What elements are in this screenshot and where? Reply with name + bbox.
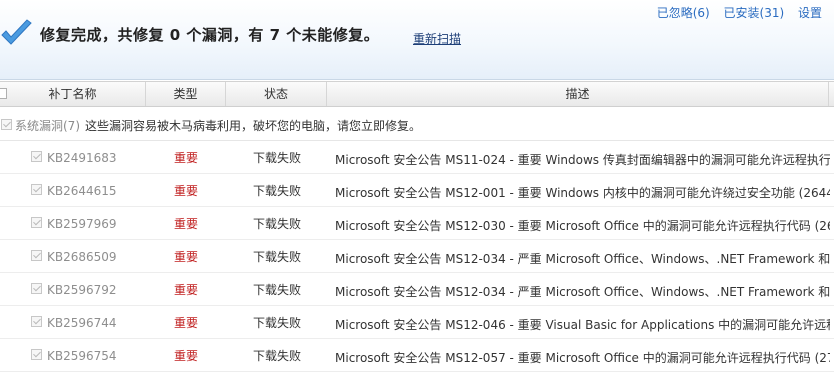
table-row[interactable]: KB2596744 重要 下载失败 Microsoft 安全公告 MS12-04… (0, 306, 834, 339)
table-row[interactable]: KB2644615 重要 下载失败 Microsoft 安全公告 MS12-00… (0, 174, 834, 207)
ignored-link[interactable]: 已忽略(6) (657, 6, 710, 20)
column-status[interactable]: 状态 (226, 82, 327, 106)
patch-name: KB2597969 (47, 217, 117, 231)
patch-description: Microsoft 安全公告 MS12-034 - 严重 Microsoft O… (335, 252, 830, 266)
patch-name: KB2596754 (47, 349, 117, 363)
column-description[interactable]: 描述 (327, 82, 829, 106)
patch-checkbox[interactable] (31, 151, 42, 162)
severity-label: 重要 (174, 349, 199, 363)
group-label: 系统漏洞(7) (15, 119, 80, 133)
result-header: 修复完成，共修复 0 个漏洞，有 7 个未能修复。 重新扫描 已忽略(6) 已安… (0, 0, 834, 80)
patch-checkbox[interactable] (31, 316, 42, 327)
severity-label: 重要 (174, 151, 199, 165)
patch-name: KB2644615 (47, 184, 117, 198)
group-row-system-vulnerabilities[interactable]: 系统漏洞(7) 这些漏洞容易被木马病毒利用，破坏您的电脑，请您立即修复。 (0, 108, 834, 141)
patch-description: Microsoft 安全公告 MS12-034 - 严重 Microsoft O… (335, 285, 830, 299)
patch-description: Microsoft 安全公告 MS11-024 - 重要 Windows 传真封… (335, 153, 830, 167)
group-checkbox[interactable] (1, 119, 12, 130)
patch-checkbox[interactable] (31, 250, 42, 261)
patch-checkbox[interactable] (31, 217, 42, 228)
table-row[interactable]: KB2597969 重要 下载失败 Microsoft 安全公告 MS12-03… (0, 207, 834, 240)
table-row[interactable]: KB2596792 重要 下载失败 Microsoft 安全公告 MS12-03… (0, 273, 834, 306)
severity-label: 重要 (174, 217, 199, 231)
repair-status-title: 修复完成，共修复 0 个漏洞，有 7 个未能修复。 (40, 26, 380, 44)
status-label: 下载失败 (253, 184, 302, 198)
status-label: 下载失败 (253, 283, 302, 297)
rescan-link[interactable]: 重新扫描 (413, 30, 461, 47)
patch-name: KB2596792 (47, 283, 117, 297)
table-row[interactable]: KB2596754 重要 下载失败 Microsoft 安全公告 MS12-05… (0, 339, 834, 372)
severity-label: 重要 (174, 316, 199, 330)
severity-label: 重要 (174, 250, 199, 264)
patch-description: Microsoft 安全公告 MS12-046 - 重要 Visual Basi… (335, 318, 830, 332)
table-row[interactable]: KB2491683 重要 下载失败 Microsoft 安全公告 MS11-02… (0, 141, 834, 174)
settings-link[interactable]: 设置 (798, 6, 822, 20)
severity-label: 重要 (174, 184, 199, 198)
patch-name: KB2491683 (47, 151, 117, 165)
patch-name: KB2596744 (47, 316, 117, 330)
patch-checkbox[interactable] (31, 184, 42, 195)
patch-checkbox[interactable] (31, 349, 42, 360)
installed-link[interactable]: 已安装(31) (724, 6, 785, 20)
patch-description: Microsoft 安全公告 MS12-030 - 重要 Microsoft O… (335, 219, 830, 233)
status-label: 下载失败 (253, 316, 302, 330)
patch-checkbox[interactable] (31, 283, 42, 294)
status-label: 下载失败 (253, 217, 302, 231)
severity-label: 重要 (174, 283, 199, 297)
patch-description: Microsoft 安全公告 MS12-057 - 重要 Microsoft O… (335, 351, 830, 365)
group-description: 这些漏洞容易被木马病毒利用，破坏您的电脑，请您立即修复。 (85, 119, 422, 133)
column-patch-name[interactable]: 补丁名称 (0, 82, 146, 106)
status-label: 下载失败 (253, 250, 302, 264)
table-header: 补丁名称 类型 状态 描述 (0, 81, 834, 107)
status-label: 下载失败 (253, 349, 302, 363)
table-row[interactable]: KB2686509 重要 下载失败 Microsoft 安全公告 MS12-03… (0, 240, 834, 273)
status-label: 下载失败 (253, 151, 302, 165)
patch-description: Microsoft 安全公告 MS12-001 - 重要 Windows 内核中… (335, 186, 830, 200)
column-type[interactable]: 类型 (146, 82, 226, 106)
top-links: 已忽略(6) 已安装(31) 设置 (647, 4, 822, 21)
check-icon (1, 19, 32, 45)
patch-name: KB2686509 (47, 250, 117, 264)
